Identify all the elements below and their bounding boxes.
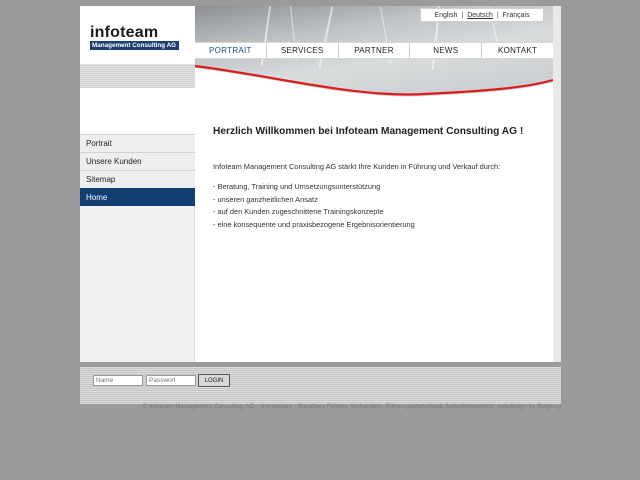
logo-wordmark: infoteam: [90, 24, 159, 41]
lang-separator: |: [461, 11, 464, 19]
sidebar-item-unsere-kunden[interactable]: Unsere Kunden: [80, 152, 195, 170]
list-item: - eine konsequente und praxisbezogene Er…: [213, 219, 415, 229]
footer-text: © Infoteam Management Consulting AG – Im…: [142, 403, 561, 410]
lang-francais[interactable]: Français: [503, 12, 530, 19]
main-content: Herzlich Willkommen bei Infoteam Managem…: [213, 126, 543, 231]
intro-text: Infoteam Management Consulting AG stärkt…: [213, 162, 501, 171]
right-border-strip: [553, 6, 561, 362]
nav-item-news[interactable]: NEWS: [409, 43, 481, 58]
main-navigation: PORTRAIT SERVICES PARTNER NEWS KONTAKT: [195, 42, 553, 59]
nav-item-partner[interactable]: PARTNER: [337, 43, 410, 58]
nav-item-portrait[interactable]: PORTRAIT: [195, 43, 266, 58]
nav-item-services[interactable]: SERVICES: [265, 43, 338, 58]
decorative-stripes: [80, 64, 195, 88]
password-input[interactable]: [146, 375, 196, 386]
sidebar-item-home[interactable]: Home: [80, 188, 195, 206]
sidebar-spacer: [80, 88, 195, 134]
sidebar-menu: Portrait Unsere Kunden Sitemap Home: [80, 134, 195, 206]
list-item: - Beratung, Training und Umsetzungsunter…: [213, 182, 381, 191]
sidebar-item-sitemap[interactable]: Sitemap: [80, 170, 195, 188]
benefit-list: - Beratung, Training und Umsetzungsunter…: [213, 181, 543, 231]
sidebar-background: [80, 206, 195, 362]
lang-english[interactable]: English: [434, 12, 457, 19]
nav-item-kontakt[interactable]: KONTAKT: [481, 43, 553, 58]
page-frame: infoteam Management Consulting AG Englis…: [80, 6, 561, 362]
list-item: - auf den Kunden zugeschnittene Training…: [213, 207, 384, 216]
sidebar-item-portrait[interactable]: Portrait: [80, 134, 195, 152]
list-item: - unseren ganzheitlichen Ansatz: [213, 194, 318, 204]
name-input[interactable]: [93, 375, 143, 386]
logo[interactable]: infoteam Management Consulting AG: [80, 6, 195, 62]
page-title: Herzlich Willkommen bei Infoteam Managem…: [213, 126, 524, 137]
red-swoosh: [195, 64, 553, 104]
login-button[interactable]: LOGIN: [198, 374, 230, 387]
language-switcher: English | Deutsch | Français: [420, 8, 544, 22]
logo-tagline: Management Consulting AG: [90, 41, 179, 50]
lang-deutsch[interactable]: Deutsch: [467, 12, 493, 19]
login-bar: LOGIN: [80, 367, 561, 404]
lang-separator: |: [496, 11, 499, 19]
